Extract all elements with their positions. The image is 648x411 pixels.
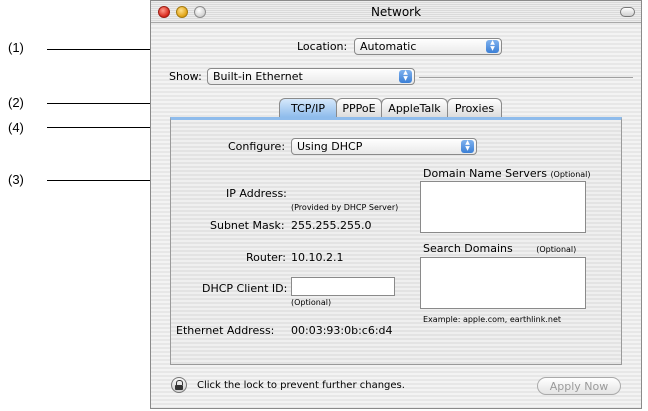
location-value: Automatic [360, 40, 417, 53]
lock-icon[interactable] [171, 377, 187, 393]
subnet-mask-value: 255.255.255.0 [291, 219, 372, 232]
ethernet-address-value: 00:03:93:0b:c6:d4 [291, 324, 393, 337]
tab-pppoe[interactable]: PPPoE [336, 98, 382, 117]
ip-address-label: IP Address: [226, 187, 287, 200]
callout-1: (1) [8, 40, 24, 55]
router-label: Router: [246, 251, 286, 264]
window-title: Network [370, 5, 422, 19]
ip-address-note: (Provided by DHCP Server) [291, 203, 399, 212]
ethernet-address-label: Ethernet Address: [176, 324, 275, 337]
router-value: 10.10.2.1 [291, 251, 344, 264]
dns-optional: (Optional) [550, 170, 591, 179]
location-label: Location: [297, 40, 348, 53]
dhcp-client-id-optional: (Optional) [291, 298, 332, 307]
tab-proxies[interactable]: Proxies [447, 98, 502, 117]
dhcp-client-id-field[interactable] [291, 277, 395, 296]
callout-4: (4) [8, 120, 24, 135]
dns-label: Domain Name Servers (Optional) [423, 167, 591, 180]
popup-arrows-icon: ▲ ▼ [461, 140, 474, 153]
title-bar[interactable]: Network [151, 1, 641, 23]
show-label: Show: [169, 70, 202, 83]
lock-message: Click the lock to prevent further change… [197, 380, 405, 391]
dns-servers-field[interactable] [420, 181, 586, 233]
search-domains-optional: (Optional) [536, 245, 577, 254]
apply-now-button[interactable]: Apply Now [537, 377, 621, 395]
configure-popup[interactable]: Using DHCP ▲ ▼ [291, 138, 477, 155]
callout-3: (3) [8, 172, 24, 187]
popup-arrows-icon: ▲ ▼ [486, 40, 499, 53]
search-domains-text: Search Domains [423, 242, 513, 255]
location-popup[interactable]: Automatic ▲ ▼ [354, 38, 502, 55]
tab-appletalk[interactable]: AppleTalk [381, 98, 448, 117]
configure-label: Configure: [228, 140, 286, 153]
tcpip-panel: Configure: Using DHCP ▲ ▼ Domain Name Ser… [170, 117, 622, 365]
dns-label-text: Domain Name Servers [423, 167, 547, 180]
search-domains-field[interactable] [420, 257, 586, 309]
search-domains-example: Example: apple.com, earthlink.net [423, 315, 562, 324]
tab-tcpip[interactable]: TCP/IP [279, 98, 337, 117]
show-divider [419, 77, 633, 78]
toolbar-toggle-button[interactable] [620, 7, 635, 17]
subnet-mask-label: Subnet Mask: [210, 219, 285, 232]
search-domains-label: Search Domains (Optional) [423, 242, 576, 255]
callout-2: (2) [8, 95, 24, 110]
popup-arrows-icon: ▲ ▼ [399, 70, 412, 83]
network-window: Network Location: Automatic ▲ ▼ Show: Bui… [150, 0, 642, 409]
show-value: Built-in Ethernet [213, 70, 303, 83]
show-popup[interactable]: Built-in Ethernet ▲ ▼ [207, 68, 415, 85]
dhcp-client-id-label: DHCP Client ID: [202, 282, 288, 295]
configure-value: Using DHCP [297, 140, 363, 153]
